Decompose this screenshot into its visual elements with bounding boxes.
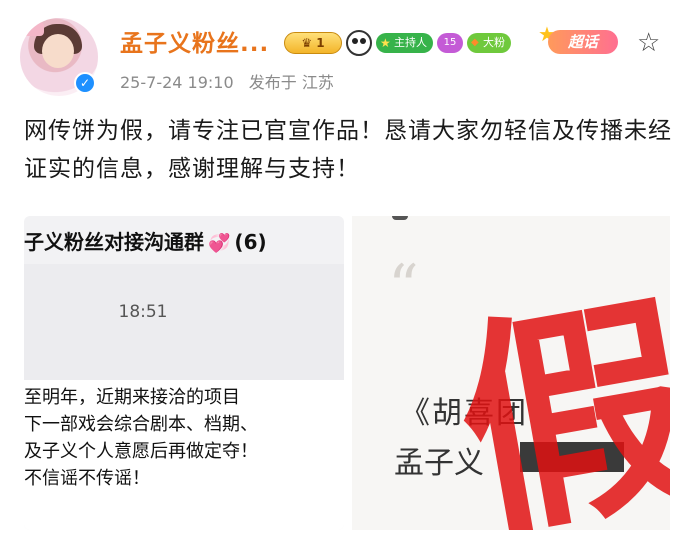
chaohua-button[interactable]: ★ 超话 (538, 22, 620, 56)
user-badges: ♛ 1 主持人 15 大粉 (284, 28, 511, 58)
quote-mark: “ (388, 252, 419, 322)
fan-badge[interactable]: 大粉 (467, 33, 511, 53)
post-text: 网传饼为假，请专注已官宣作品！恳请大家勿轻信及传播未经证实的信息，感谢理解与支持… (24, 118, 672, 182)
chat-screenshot-image[interactable]: 子义粉丝对接沟通群 💞 (6) 18:51 至明年，近期来接洽的项目 下一部戏会综合… (24, 216, 344, 530)
heart-icon: 💞 (208, 233, 231, 254)
panda-badge-icon[interactable] (346, 30, 372, 56)
verified-icon: ✓ (74, 72, 96, 94)
username[interactable]: 孟子义粉丝... (120, 24, 269, 58)
post-meta: 25-7-24 19:10 发布于 江苏 (120, 69, 334, 93)
fake-stamp: 假 (440, 269, 670, 530)
group-name: 子义粉丝对接沟通群 (24, 230, 204, 254)
post-date: 25-7-24 19:10 (120, 73, 234, 92)
fake-stamp-image[interactable]: “ 《胡喜团 孟子义 假 (352, 216, 670, 530)
group-count: (6) (234, 230, 267, 254)
host-badge[interactable]: 主持人 (376, 33, 433, 53)
message-line: 下一部戏会综合剧本、档期、 (24, 414, 258, 435)
group-title: 子义粉丝对接沟通群 💞 (6) (24, 226, 267, 255)
level-badge[interactable]: ♛ 1 (284, 32, 342, 54)
chat-message: 至明年，近期来接洽的项目 下一部戏会综合剧本、档期、 及子义个人意愿后再做定夺！… (24, 380, 344, 530)
level-badge-value: 1 (316, 36, 325, 50)
avatar-face (42, 34, 74, 68)
diamond-badge[interactable]: 15 (437, 33, 463, 53)
message-line: 不信谣不传谣！ (24, 468, 150, 489)
avatar-frame-decoration (24, 22, 44, 36)
favorite-star-icon[interactable]: ☆ (637, 30, 660, 56)
chat-time: 18:51 (118, 302, 168, 322)
message-line: 至明年，近期来接洽的项目 (24, 387, 240, 408)
message-line: 及子义个人意愿后再做定夺！ (24, 441, 258, 462)
post-source: 发布于 江苏 (248, 73, 334, 92)
image-mark (392, 216, 408, 220)
post-header: ✓ 孟子义粉丝... ♛ 1 主持人 15 大粉 ★ 超话 ☆ 25-7-24 … (0, 0, 690, 100)
chaohua-label: 超话 (548, 30, 618, 54)
